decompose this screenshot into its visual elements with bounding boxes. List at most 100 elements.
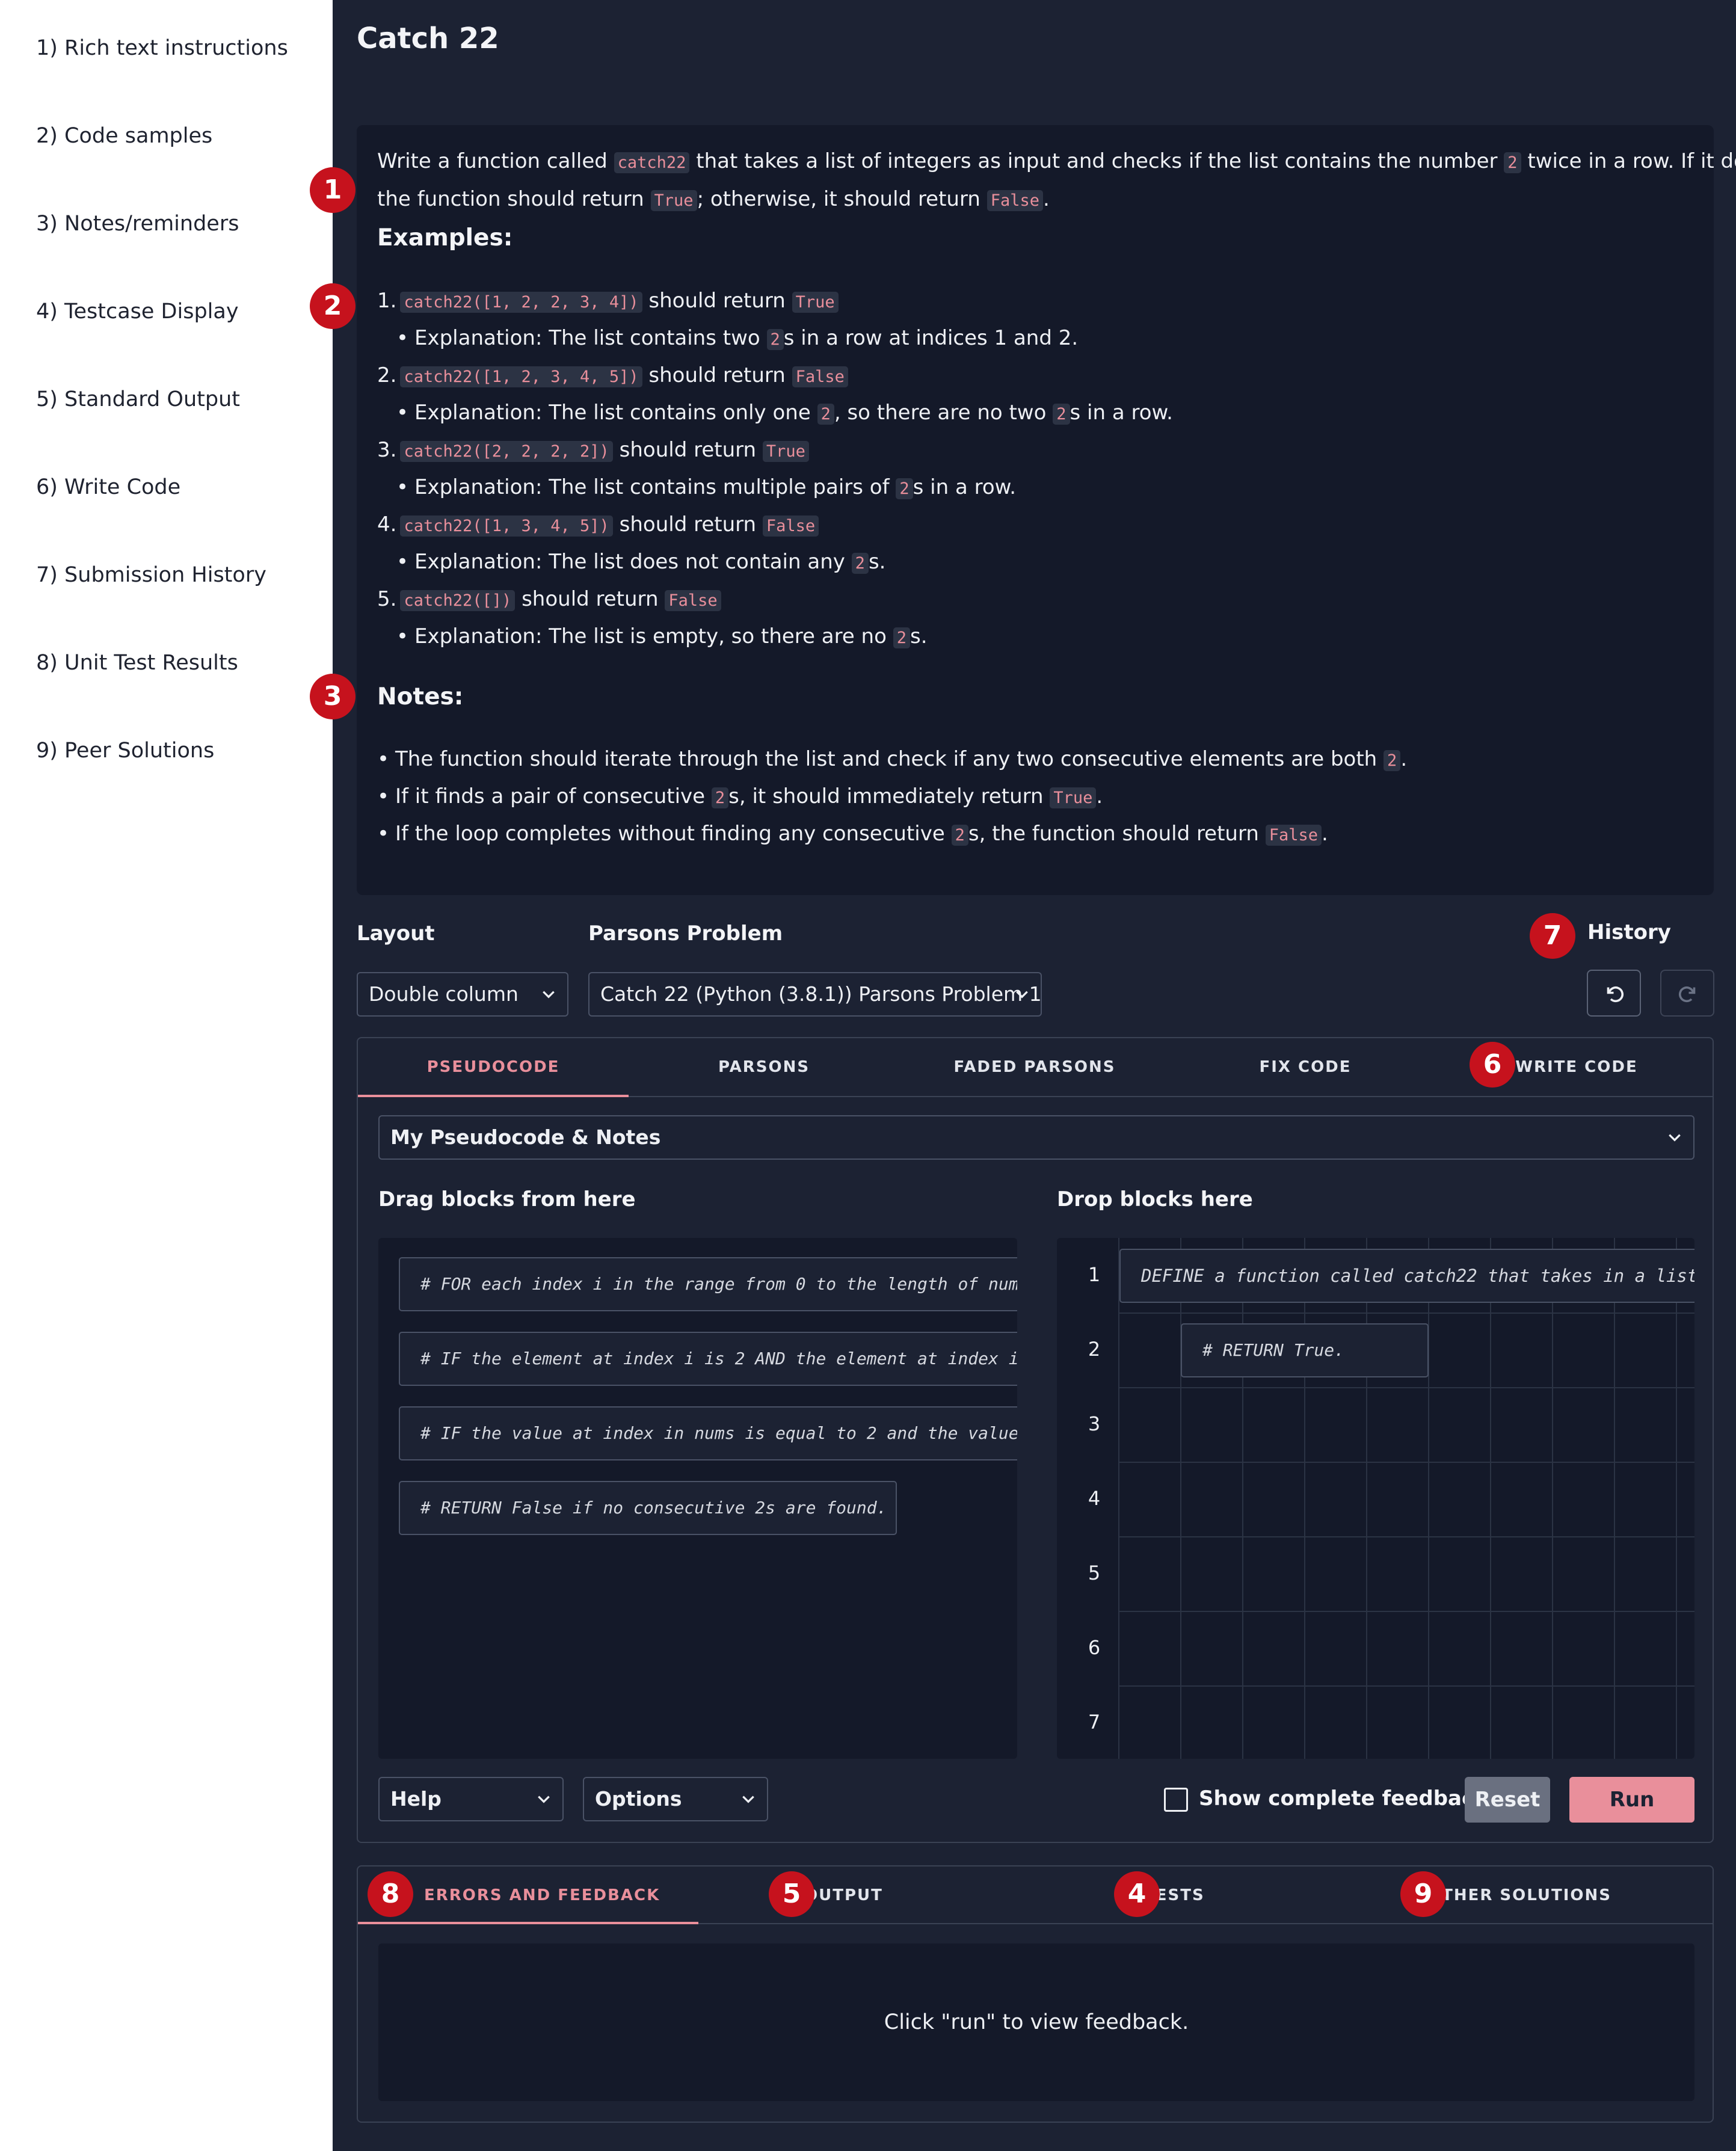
parsons-problem-select[interactable]: Catch 22 (Python (3.8.1)) Parsons Proble… [588, 972, 1042, 1017]
legend-item: 9) Peer Solutions [36, 739, 215, 763]
line-number: 3 [1088, 1412, 1101, 1435]
badge-6: 6 [1470, 1042, 1515, 1088]
notes-heading: Notes: [377, 683, 464, 710]
grid-line [1180, 1238, 1181, 1759]
inline-code: catch22([2, 2, 2, 2]) [400, 441, 613, 462]
example-explanation: • Explanation: The list contains two 2s i… [396, 326, 1079, 350]
legend-sidebar: 1) Rich text instructions 2) Code sample… [0, 0, 333, 2151]
inline-code: False [987, 190, 1043, 211]
legend-item: 3) Notes/reminders [36, 212, 239, 236]
example-explanation: • Explanation: The list contains only one… [396, 401, 1173, 425]
grid-line [1118, 1685, 1694, 1687]
badge-2: 2 [310, 283, 356, 329]
run-button[interactable]: Run [1569, 1777, 1694, 1823]
chevron-down-icon [742, 1796, 754, 1803]
badge-8: 8 [368, 1871, 413, 1917]
examples-heading: Examples: [377, 224, 513, 251]
example-explanation: • Explanation: The list is empty, so ther… [396, 624, 928, 648]
legend-item: 7) Submission History [36, 563, 266, 587]
legend-item: 8) Unit Test Results [36, 651, 238, 675]
note-item: • If it finds a pair of consecutive 2 s, i… [377, 784, 1103, 808]
problem-description: Write a function called catch22 that tak… [357, 125, 1736, 895]
legend-item: 4) Testcase Display [36, 300, 239, 324]
tab-tests[interactable]: TESTS [1144, 1866, 1313, 1924]
line-number: 7 [1088, 1711, 1101, 1734]
history-label: History [1587, 920, 1671, 944]
legend-item: 2) Code samples [36, 124, 213, 148]
legend-item: 1) Rich text instructions [36, 36, 288, 60]
grid-line [1242, 1238, 1243, 1759]
options-select[interactable]: Options [583, 1777, 768, 1821]
example-item: 5. catch22([]) should return False [377, 587, 721, 611]
parsons-problem-label: Parsons Problem [588, 922, 783, 946]
tab-errors-feedback[interactable]: ERRORS AND FEEDBACK [390, 1866, 698, 1924]
code-block[interactable]: # IF the element at index i is 2 AND the… [399, 1332, 1017, 1386]
show-feedback-checkbox[interactable] [1164, 1788, 1188, 1812]
inline-code: catch22([]) [400, 590, 516, 611]
inline-code: True [762, 441, 809, 462]
placed-code-block[interactable]: DEFINE a function called catch22 that ta… [1119, 1249, 1694, 1303]
line-number: 6 [1088, 1636, 1101, 1659]
note-item: • The function should iterate through the… [377, 747, 1408, 771]
example-explanation: • Explanation: The list contains multiple… [396, 475, 1017, 499]
pseudocode-notes-select[interactable]: My Pseudocode & Notes [378, 1115, 1694, 1160]
line-number: 2 [1088, 1338, 1101, 1361]
grid-line [1676, 1238, 1677, 1759]
grid-line [1118, 1536, 1694, 1537]
grid-line [1118, 1462, 1694, 1463]
tab-fix-code[interactable]: FIX CODE [1170, 1038, 1441, 1096]
inline-code: catch22([1, 2, 2, 3, 4]) [400, 292, 642, 313]
code-block[interactable]: # RETURN False if no consecutive 2s are … [399, 1481, 897, 1535]
placed-code-block[interactable]: # RETURN True. [1181, 1323, 1429, 1377]
reset-button[interactable]: Reset [1465, 1777, 1550, 1823]
code-block[interactable]: # IF the value at index in nums is equal… [399, 1406, 1017, 1460]
example-item: 1. catch22([1, 2, 2, 3, 4]) should return… [377, 289, 839, 313]
inline-code: True [792, 292, 839, 313]
grid-line [1118, 1238, 1119, 1759]
tab-parsons[interactable]: PARSONS [629, 1038, 899, 1096]
inline-code: 2 [893, 627, 910, 648]
main-area: Catch 22 Write a function called catch22… [333, 0, 1736, 2151]
tab-pseudocode[interactable]: PSEUDOCODE [358, 1038, 629, 1096]
inline-code: 2 [896, 478, 913, 499]
chevron-down-icon [1016, 991, 1028, 999]
inline-code: 2 [817, 404, 834, 425]
drag-area[interactable]: # FOR each index i in the range from 0 t… [378, 1238, 1017, 1759]
note-item: • If the loop completes without finding a… [377, 822, 1328, 846]
example-explanation: • Explanation: The list does not contain … [396, 550, 886, 574]
tab-other-solutions[interactable]: OTHER SOLUTIONS [1427, 1866, 1692, 1924]
chevron-down-icon [538, 1796, 550, 1803]
badge-5: 5 [769, 1871, 814, 1917]
active-tab-indicator [358, 1095, 629, 1097]
parsons-panel: PSEUDOCODE PARSONS FADED PARSONS FIX COD… [357, 1037, 1714, 1843]
line-number: 4 [1088, 1487, 1101, 1510]
grid-line [1118, 1387, 1694, 1388]
chevron-down-icon [543, 991, 555, 999]
inline-code: 2 [1384, 750, 1401, 771]
inline-code: catch22 [614, 152, 690, 173]
inline-code: True [1050, 787, 1097, 808]
redo-button[interactable] [1660, 970, 1714, 1017]
tab-faded-parsons[interactable]: FADED PARSONS [899, 1038, 1170, 1096]
show-feedback-label: Show complete feedback [1199, 1786, 1488, 1811]
chevron-down-icon [1669, 1134, 1681, 1142]
layout-select[interactable]: Double column [357, 972, 568, 1017]
inline-code: True [650, 190, 697, 211]
drop-area[interactable]: 1 2 3 4 5 6 7 DEFINE a function called c… [1057, 1238, 1694, 1759]
grid-line [1614, 1238, 1615, 1759]
tab-output[interactable]: OUTPUT [804, 1866, 997, 1924]
help-select[interactable]: Help [378, 1777, 564, 1821]
layout-label: Layout [357, 922, 435, 946]
active-tab-indicator [358, 1922, 698, 1924]
line-number: 5 [1088, 1562, 1101, 1584]
inline-code: False [792, 366, 848, 387]
inline-code: catch22([1, 2, 3, 4, 5]) [400, 366, 642, 387]
badge-3: 3 [310, 674, 356, 719]
code-block[interactable]: # FOR each index i in the range from 0 t… [399, 1257, 1017, 1311]
grid-line [1118, 1312, 1694, 1314]
legend-item: 6) Write Code [36, 475, 181, 499]
inline-code: False [665, 590, 721, 611]
undo-button[interactable] [1587, 970, 1641, 1017]
grid-line [1490, 1238, 1491, 1759]
grid-line [1118, 1611, 1694, 1612]
